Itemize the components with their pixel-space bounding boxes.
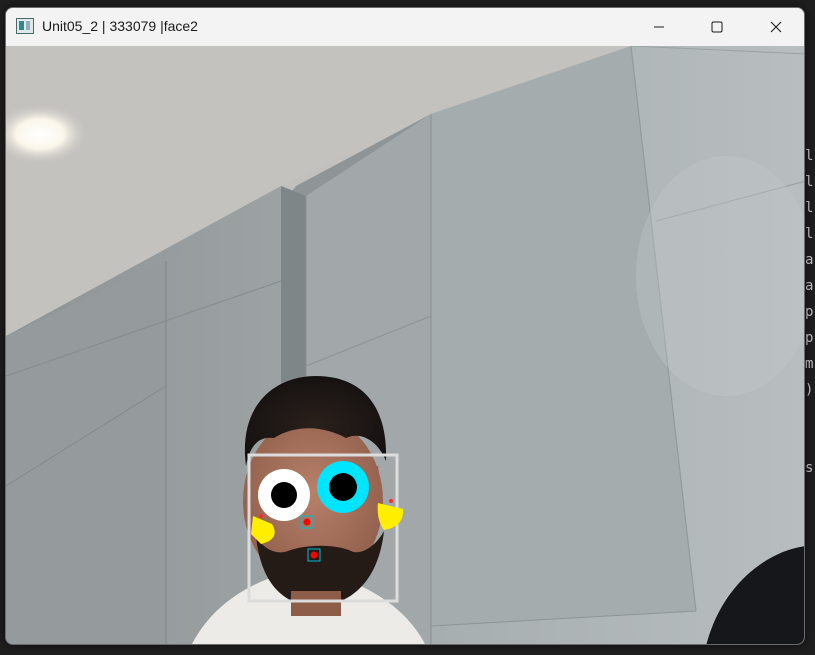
minimize-button[interactable] bbox=[630, 8, 688, 46]
right-pupil bbox=[329, 473, 357, 501]
title-bar[interactable]: Unit05_2 | 333079 |face2 bbox=[6, 8, 804, 46]
background-code-text: l l l l a a p p m ) s bbox=[805, 148, 814, 476]
left-pupil bbox=[271, 482, 297, 508]
camera-frame bbox=[6, 46, 804, 644]
camera-scene bbox=[6, 46, 804, 644]
maximize-button[interactable] bbox=[688, 8, 746, 46]
mouth-marker bbox=[310, 551, 318, 559]
close-icon bbox=[770, 21, 782, 33]
maximize-icon bbox=[711, 21, 723, 33]
opencv-window: Unit05_2 | 333079 |face2 bbox=[5, 7, 805, 645]
close-button[interactable] bbox=[747, 8, 804, 46]
nose-marker bbox=[303, 518, 311, 526]
window-title: Unit05_2 | 333079 |face2 bbox=[42, 18, 198, 34]
minimize-icon bbox=[654, 26, 664, 28]
app-icon bbox=[16, 18, 34, 34]
